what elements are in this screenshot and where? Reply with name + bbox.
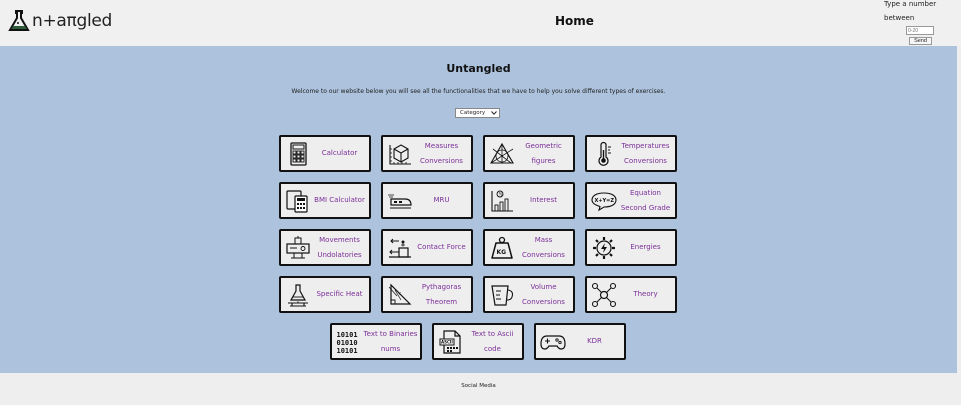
- tool-card-measures-conversions[interactable]: Measures Conversions: [381, 135, 473, 172]
- svg-text:c: c: [399, 291, 401, 296]
- tool-label: Temperatures Conversions: [621, 141, 670, 165]
- svg-text:ASCII: ASCII: [441, 339, 453, 344]
- svg-text:%: %: [499, 191, 503, 196]
- bmi-calculator-icon: [284, 187, 312, 215]
- category-select-value: Category: [460, 110, 486, 116]
- tool-label: MRU: [433, 196, 450, 204]
- calculator-icon: [284, 140, 312, 168]
- tool-card-equation-second-grade[interactable]: X+Y=Z Equation Second Grade: [585, 182, 677, 219]
- tool-label: Movements Undolatories: [317, 235, 362, 259]
- category-select[interactable]: Category: [455, 108, 500, 118]
- send-button[interactable]: Send: [909, 37, 932, 45]
- gamepad-icon: [539, 328, 567, 356]
- measures-cube-icon: [386, 140, 414, 168]
- svg-text:10101: 10101: [337, 347, 358, 355]
- number-form: Type a number between Send: [884, 0, 956, 46]
- tool-card-mass-conversions[interactable]: KG Mass Conversions: [483, 229, 575, 266]
- tool-card-volume-conversions[interactable]: Volume Conversions: [483, 276, 575, 313]
- footer: Social Media: [0, 373, 957, 401]
- equation-bubble-icon: X+Y=Z: [590, 187, 618, 215]
- svg-text:X+Y=Z: X+Y=Z: [595, 198, 615, 204]
- molecule-icon: [590, 281, 618, 309]
- tool-label: KDR: [587, 337, 602, 345]
- tool-card-text-to-binaries[interactable]: 10101 01010 10101 Text to Binaries nums: [330, 323, 422, 360]
- tool-label: Theory: [633, 290, 658, 298]
- ascii-file-icon: ASCII: [437, 328, 465, 356]
- svg-text:10101: 10101: [337, 331, 358, 339]
- header: n+aπgled Home Type a number between Send: [0, 0, 961, 46]
- tool-label: Text to Binaries nums: [363, 329, 418, 353]
- number-prompt-line1: Type a number: [884, 0, 937, 8]
- tool-card-kdr[interactable]: KDR: [534, 323, 626, 360]
- heating-flask-icon: [284, 281, 312, 309]
- page-title: Untangled: [446, 62, 511, 75]
- logo[interactable]: n+aπgled: [7, 8, 112, 34]
- tool-card-text-to-ascii[interactable]: ASCII Text to Ascii code: [432, 323, 524, 360]
- tool-label: Specific Heat: [316, 290, 363, 298]
- tool-card-theory[interactable]: Theory: [585, 276, 677, 313]
- tool-card-pythagoras-theorem[interactable]: c Pythagoras Theorem: [381, 276, 473, 313]
- tool-card-specific-heat[interactable]: Specific Heat: [279, 276, 371, 313]
- social-media-text: Social Media: [461, 383, 496, 389]
- oscillator-icon: [284, 234, 312, 262]
- tool-label: Interest: [530, 196, 557, 204]
- interest-chart-icon: %: [488, 187, 516, 215]
- logo-text: n+aπgled: [32, 11, 113, 31]
- welcome-text: Welcome to our website below you will se…: [291, 88, 666, 95]
- geometric-figures-icon: [488, 140, 516, 168]
- tool-card-calculator[interactable]: Calculator: [279, 135, 371, 172]
- tool-label: Geometric figures: [525, 141, 562, 165]
- tool-card-bmi-calculator[interactable]: BMI Calculator: [279, 182, 371, 219]
- tool-card-interest[interactable]: % Interest: [483, 182, 575, 219]
- tool-label: Volume Conversions: [522, 282, 565, 306]
- flask-logo-icon: [8, 10, 30, 31]
- tool-label: Contact Force: [417, 243, 466, 251]
- number-prompt-line2: between: [884, 14, 915, 22]
- tool-label: BMI Calculator: [314, 196, 365, 204]
- tool-label: Energies: [630, 243, 661, 251]
- chevron-down-icon: [491, 111, 497, 115]
- energy-gear-icon: [590, 234, 618, 262]
- tool-card-temperatures-conversions[interactable]: Temperatures Conversions: [585, 135, 677, 172]
- tool-label: Text to Ascii code: [471, 329, 514, 353]
- tool-label: Calculator: [321, 149, 358, 157]
- kg-weight-icon: KG: [488, 234, 516, 262]
- tool-card-movements-undolatories[interactable]: Movements Undolatories: [279, 229, 371, 266]
- measuring-cup-icon: [488, 281, 516, 309]
- main-content: Untangled Welcome to our website below y…: [0, 46, 957, 373]
- triangle-icon: c: [386, 281, 414, 309]
- nav-home-link[interactable]: Home: [555, 14, 594, 28]
- tool-card-mru[interactable]: MRU: [381, 182, 473, 219]
- tool-card-geometric-figures[interactable]: Geometric figures: [483, 135, 575, 172]
- binary-icon: 10101 01010 10101: [335, 328, 363, 356]
- tool-card-energies[interactable]: Energies: [585, 229, 677, 266]
- tool-label: Measures Conversions: [420, 141, 463, 165]
- svg-text:01010: 01010: [337, 339, 358, 347]
- tool-label: Pythagoras Theorem: [421, 282, 462, 306]
- tool-card-contact-force[interactable]: Contact Force: [381, 229, 473, 266]
- tool-label: Equation Second Grade: [620, 188, 671, 212]
- tool-label: Mass Conversions: [522, 235, 565, 259]
- train-icon: [386, 187, 414, 215]
- number-input[interactable]: [906, 26, 934, 35]
- force-icon: [386, 234, 414, 262]
- thermometer-icon: [590, 140, 618, 168]
- svg-text:KG: KG: [497, 249, 507, 256]
